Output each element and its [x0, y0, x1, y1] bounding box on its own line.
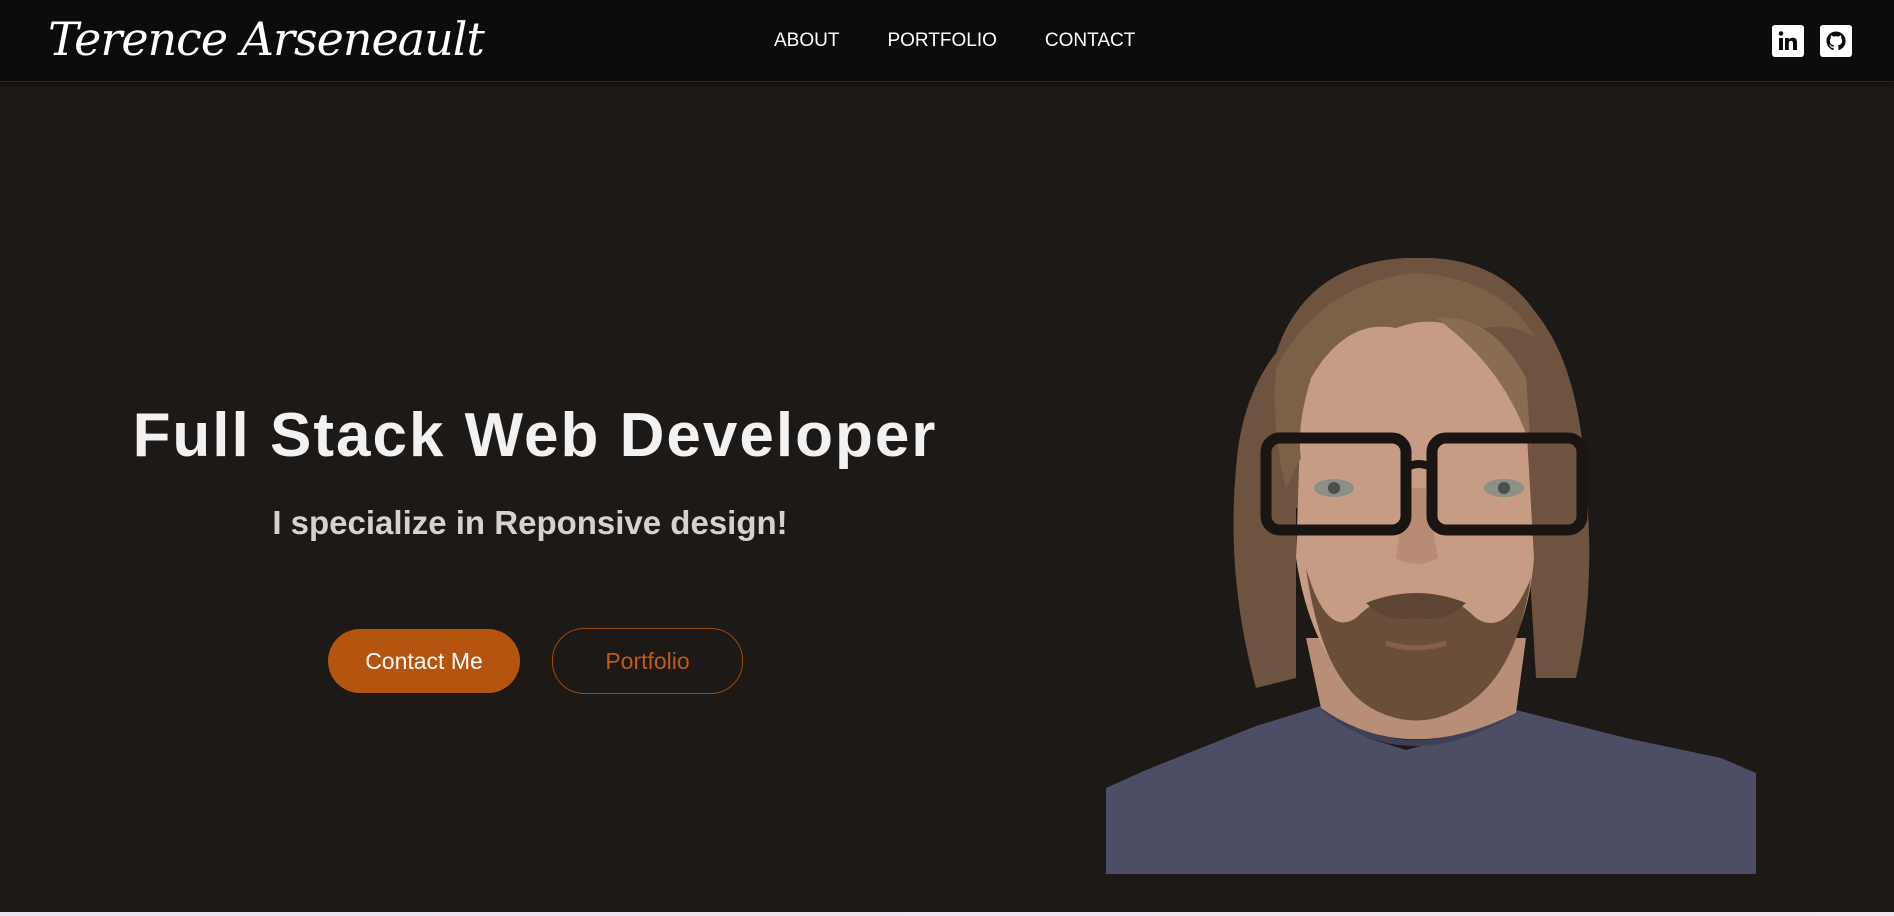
nav-link-about[interactable]: ABOUT — [774, 30, 839, 52]
portfolio-button[interactable]: Portfolio — [552, 628, 743, 694]
linkedin-icon[interactable] — [1772, 25, 1804, 57]
social-links — [1772, 25, 1852, 57]
nav-link-contact[interactable]: CONTACT — [1045, 30, 1135, 52]
hero-subtitle: I specialize in Reponsive design! — [272, 504, 788, 541]
page-bottom-edge — [0, 912, 1894, 916]
portrait-photo — [1106, 258, 1756, 874]
navbar: Terence Arseneault ABOUT PORTFOLIO CONTA… — [0, 0, 1894, 82]
brand-logo[interactable]: Terence Arseneault — [48, 12, 485, 66]
nav-link-portfolio[interactable]: PORTFOLIO — [887, 30, 996, 52]
contact-me-button[interactable]: Contact Me — [328, 629, 520, 693]
main-nav: ABOUT PORTFOLIO CONTACT — [774, 30, 1135, 52]
github-icon[interactable] — [1820, 25, 1852, 57]
hero-title: Full Stack Web Developer — [132, 401, 938, 470]
